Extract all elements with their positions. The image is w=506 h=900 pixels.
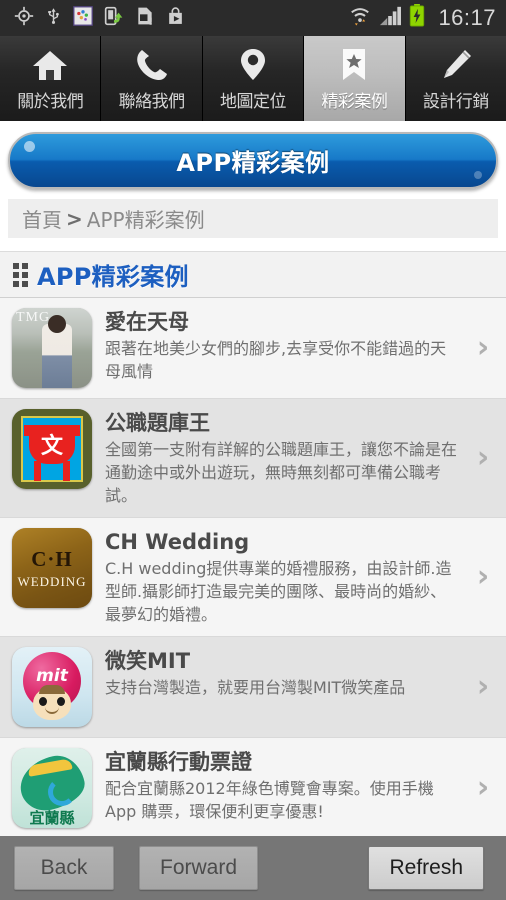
list-item-description: C.H wedding提供專業的婚禮服務，由設計師.造型師.攝影師打造最完美的團…: [105, 559, 452, 624]
case-list: TMG TMG 愛在天母 跟著在地美少女們的腳步,去享受你不能錯過的天母風情 ›: [0, 298, 506, 836]
list-item-title: 愛在天母: [105, 310, 189, 334]
chevron-right-icon[interactable]: ›: [468, 443, 498, 473]
list-item-description: 配合宜蘭縣2012年綠色博覽會專案。使用手機App 購票，環保便利更享優惠!: [105, 779, 434, 821]
home-icon: [30, 45, 70, 85]
hero-title-label: APP精彩案例: [176, 149, 330, 177]
list-item[interactable]: C·H WEDDING CH Wedding C.H wedding提供專業的婚…: [0, 518, 506, 637]
chevron-right-icon[interactable]: ›: [468, 672, 498, 702]
list-item-description: 跟著在地美少女們的腳步,去享受你不能錯過的天母風情: [105, 339, 447, 381]
phone-icon: [133, 45, 171, 85]
ch-wedding-thumbnail: C·H WEDDING: [12, 528, 92, 608]
thumbnail-text: 宜蘭縣: [29, 809, 75, 827]
list-item-text: 微笑MIT 支持台灣製造，就要用台灣製MIT微笑產品: [92, 647, 468, 699]
thumbnail-text: mit: [36, 666, 68, 686]
hero-section: APP精彩案例: [0, 121, 506, 199]
tab-design-marketing[interactable]: 設計行銷: [405, 36, 506, 121]
grid-dots-icon: [13, 262, 28, 287]
chevron-right-icon[interactable]: ›: [468, 333, 498, 363]
location-pin-icon: [238, 45, 268, 85]
tab-about-us[interactable]: 關於我們: [0, 36, 102, 121]
pencil-icon: [439, 45, 473, 85]
android-browser-app: 16:17 關於我們 聯絡我們 地圖定位 精彩案例 設計行銷 APP精彩案例 首…: [0, 0, 506, 900]
ding-vessel-thumbnail: 文: [12, 409, 92, 489]
mit-smile-thumbnail: mit: [12, 647, 92, 727]
tab-map-location[interactable]: 地圖定位: [202, 36, 305, 121]
list-item-text: 愛在天母 跟著在地美少女們的腳步,去享受你不能錯過的天母風情: [92, 308, 468, 383]
breadcrumb: 首頁 > APP精彩案例: [8, 199, 498, 238]
tab-label-about-us: 關於我們: [17, 92, 84, 112]
tab-showcase[interactable]: 精彩案例: [304, 36, 406, 121]
play-store-icon: [166, 6, 185, 31]
thumbnail-text-secondary: WEDDING: [17, 573, 87, 589]
breadcrumb-home-link[interactable]: 首頁: [22, 204, 62, 233]
list-item-text: 宜蘭縣行動票證 配合宜蘭縣2012年綠色博覽會專案。使用手機App 購票，環保便…: [92, 748, 468, 823]
back-button[interactable]: Back: [14, 846, 114, 890]
list-item-text: 公職題庫王 全國第一支附有詳解的公職題庫王，讓您不論是在通勤途中或外出遊玩，無時…: [92, 409, 468, 507]
list-item-title: 宜蘭縣行動票證: [105, 750, 252, 774]
status-bar-left-icons: [14, 5, 185, 31]
top-tab-bar: 關於我們 聯絡我們 地圖定位 精彩案例 設計行銷: [0, 36, 506, 121]
list-item[interactable]: mit 微笑MIT 支持台灣製造，就要用台灣製MIT微笑產品 ›: [0, 637, 506, 738]
list-item-description: 全國第一支附有詳解的公職題庫王，讓您不論是在通勤途中或外出遊玩，無時無刻都可準備…: [105, 440, 458, 505]
tab-label-contact-us: 聯絡我們: [118, 92, 186, 112]
tab-contact-us[interactable]: 聯絡我們: [101, 36, 203, 121]
breadcrumb-current: APP精彩案例: [86, 208, 205, 232]
signal-icon: [378, 5, 402, 32]
list-item-description: 支持台灣製造，就要用台灣製MIT微笑產品: [105, 678, 406, 697]
wifi-icon: [349, 5, 371, 32]
chevron-right-icon[interactable]: ›: [468, 562, 498, 592]
section-header: APP精彩案例: [0, 251, 506, 298]
refresh-button[interactable]: Refresh: [368, 846, 484, 890]
gps-icon: [14, 6, 34, 31]
sd-card-icon: [135, 6, 155, 31]
tab-label-map-location: 地圖定位: [220, 92, 287, 112]
yilan-county-thumbnail: 宜蘭縣: [12, 748, 92, 828]
list-item-title: 公職題庫王: [105, 411, 210, 435]
hero-title-button[interactable]: APP精彩案例: [8, 132, 498, 189]
breadcrumb-separator: >: [66, 206, 83, 231]
list-item-title: CH Wedding: [105, 530, 250, 554]
thumbnail-glyph: 文: [40, 434, 63, 459]
bookmark-star-icon: [339, 45, 369, 85]
status-bar-right-icons: 16:17: [349, 4, 496, 32]
screenshot-icon: [73, 5, 93, 31]
list-item[interactable]: TMG TMG 愛在天母 跟著在地美少女們的腳步,去享受你不能錯過的天母風情 ›: [0, 298, 506, 399]
usb-icon: [45, 6, 62, 31]
status-bar: 16:17: [0, 0, 506, 36]
tab-label-design-marketing: 設計行銷: [422, 92, 490, 112]
chevron-right-icon[interactable]: ›: [468, 773, 498, 803]
tab-label-showcase: 精彩案例: [321, 92, 388, 112]
list-item[interactable]: 宜蘭縣 宜蘭縣行動票證 配合宜蘭縣2012年綠色博覽會專案。使用手機App 購票…: [0, 738, 506, 836]
status-bar-clock: 16:17: [438, 5, 496, 30]
file-transfer-icon: [104, 6, 124, 31]
section-title: APP精彩案例: [37, 263, 189, 291]
list-item-title: 微笑MIT: [105, 649, 191, 673]
thumbnail-text-primary: C·H: [31, 546, 73, 571]
forward-button[interactable]: Forward: [139, 846, 259, 890]
browser-bottom-bar: Back Forward Refresh: [0, 836, 506, 900]
tmg-photo-thumbnail: TMG TMG: [12, 308, 92, 388]
webview-content: APP精彩案例 首頁 > APP精彩案例 APP精彩案例 TMG TMG 愛在天…: [0, 121, 506, 836]
battery-charging-icon: [409, 4, 425, 32]
list-item[interactable]: 文 公職題庫王 全國第一支附有詳解的公職題庫王，讓您不論是在通勤途中或外出遊玩，…: [0, 399, 506, 518]
list-item-text: CH Wedding C.H wedding提供專業的婚禮服務，由設計師.造型師…: [92, 528, 468, 626]
